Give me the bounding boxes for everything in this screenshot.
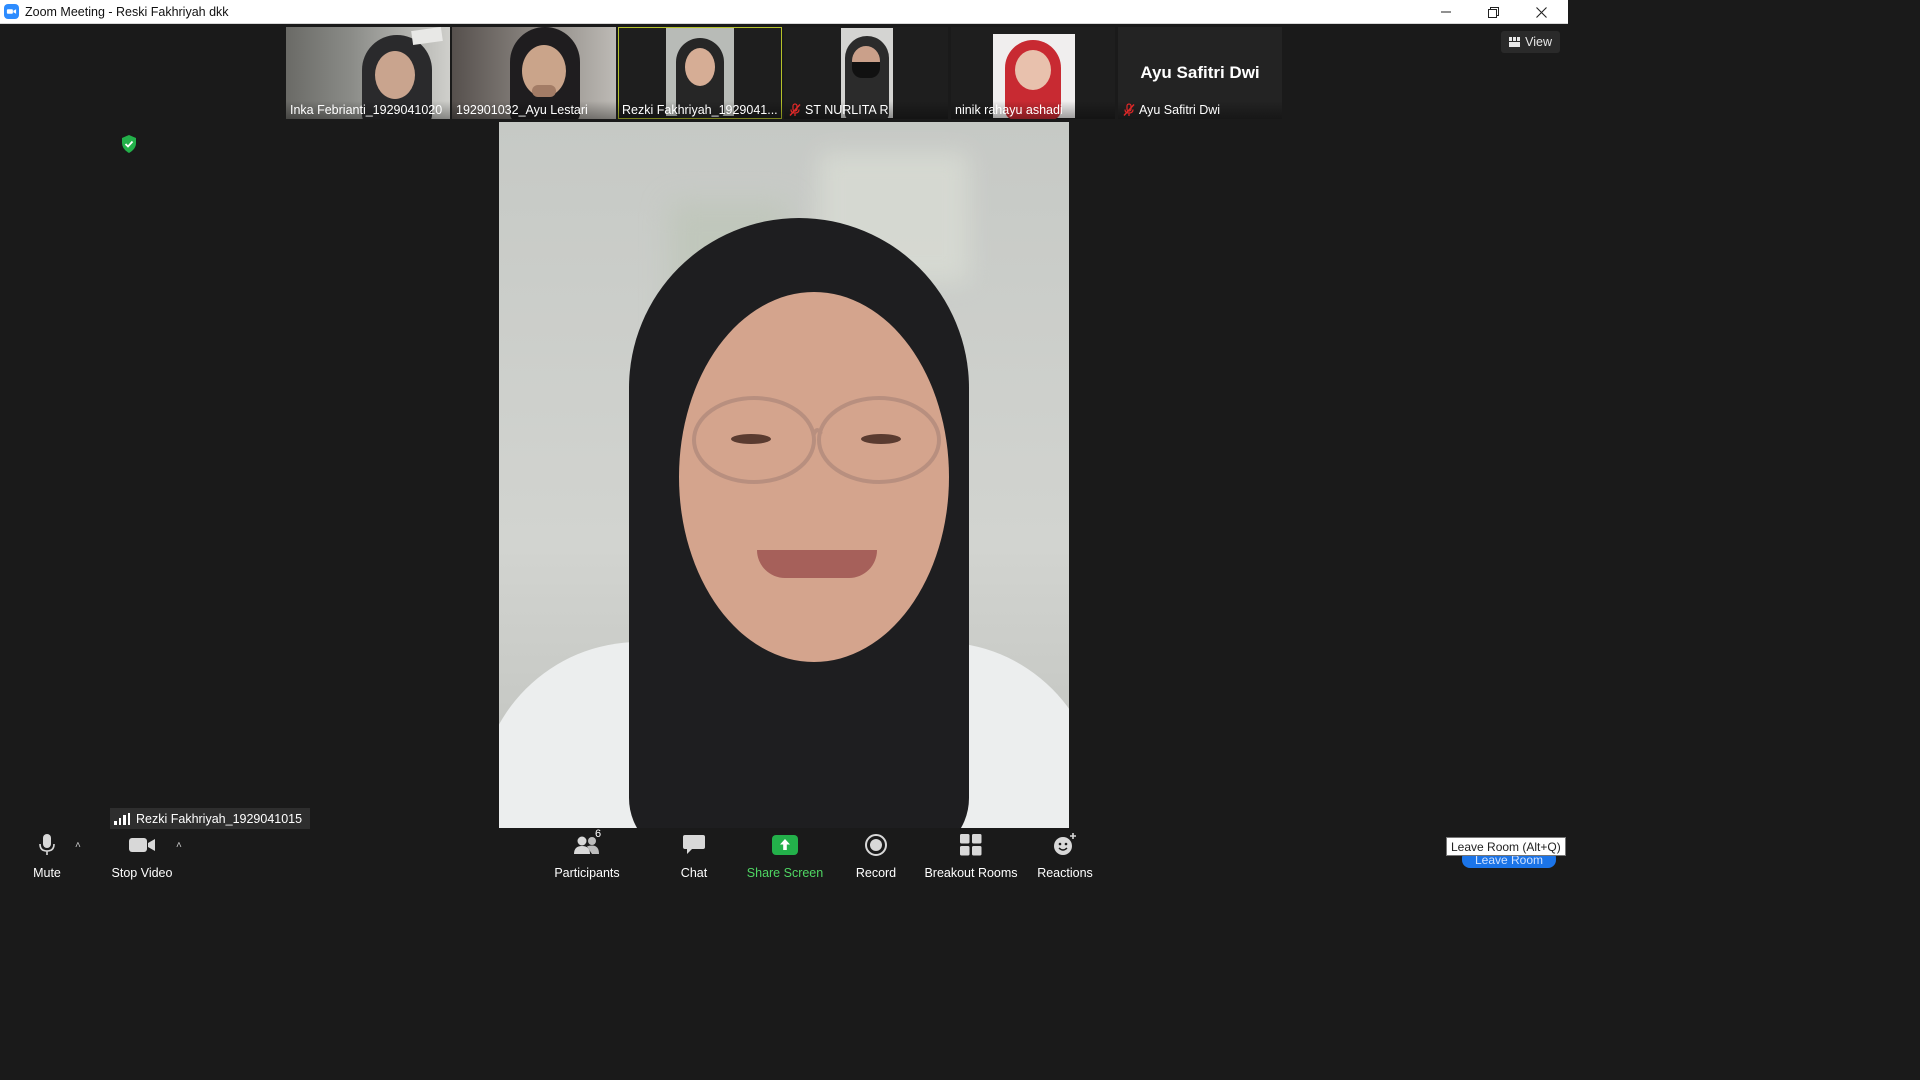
view-button[interactable]: View <box>1501 31 1560 53</box>
participant-thumbnail[interactable]: Ayu Safitri Dwi Ayu Safitri Dwi <box>1118 27 1282 119</box>
grid-view-icon <box>1509 37 1521 47</box>
smiley-add-icon <box>1054 833 1076 855</box>
tooltip-text: Leave Room (Alt+Q) <box>1451 839 1561 854</box>
participant-thumbnail[interactable]: Inka Febrianti_1929041020 <box>286 27 450 119</box>
participant-thumbnail[interactable]: 192901032_Ayu Lestari <box>452 27 616 119</box>
chat-label: Chat <box>680 866 708 880</box>
share-screen-icon <box>772 835 798 855</box>
stop-video-label: Stop Video <box>111 866 173 880</box>
muted-mic-icon <box>789 103 801 116</box>
participant-name: Rezki Fakhriyah_1929041... <box>622 103 778 117</box>
speaker-name: Rezki Fakhriyah_1929041015 <box>136 811 303 826</box>
participant-name: Ayu Safitri Dwi <box>1139 103 1221 117</box>
breakout-rooms-label: Breakout Rooms <box>924 866 1018 880</box>
restore-button[interactable] <box>1470 0 1516 24</box>
participant-thumbnail[interactable]: ST NURLITA R <box>784 27 948 119</box>
minimize-button[interactable] <box>1423 0 1469 24</box>
close-icon <box>1535 6 1547 18</box>
record-icon <box>865 834 887 856</box>
meeting-stage: Inka Febrianti_1929041020 192901032_Ayu … <box>0 24 1568 830</box>
restore-icon <box>1487 6 1499 18</box>
participant-name: 192901032_Ayu Lestari <box>456 103 588 117</box>
muted-mic-icon <box>1123 103 1135 116</box>
record-label: Record <box>855 866 897 880</box>
participant-name: ninik rahayu ashadi <box>955 103 1063 117</box>
mute-label: Mute <box>33 866 61 880</box>
participant-thumbnail[interactable]: ninik rahayu ashadi <box>951 27 1115 119</box>
participant-name: Inka Febrianti_1929041020 <box>290 103 443 117</box>
leave-room-tooltip: Leave Room (Alt+Q) <box>1446 837 1566 856</box>
minimize-icon <box>1441 11 1451 13</box>
participant-thumbnail-active[interactable]: Rezki Fakhriyah_1929041... <box>618 27 782 119</box>
mute-button[interactable]: Mute <box>28 832 66 880</box>
breakout-rooms-icon <box>960 834 982 856</box>
participants-label: Participants <box>554 866 620 880</box>
stop-video-button[interactable]: Stop Video <box>110 832 174 880</box>
participant-display-name: Ayu Safitri Dwi <box>1140 63 1260 82</box>
meeting-toolbar: Mute ˄ Stop Video ˄ 6 Participants Chat … <box>0 828 1568 882</box>
glasses <box>692 396 941 484</box>
title-bar: Zoom Meeting - Reski Fakhriyah dkk <box>0 0 1568 24</box>
video-camera-icon <box>129 838 155 852</box>
audio-options-caret-icon[interactable]: ˄ <box>75 840 81 851</box>
breakout-rooms-button[interactable]: Breakout Rooms <box>924 832 1018 880</box>
participants-button[interactable]: 6 Participants <box>552 828 622 880</box>
share-screen-label: Share Screen <box>746 866 824 880</box>
chat-button[interactable]: Chat <box>676 832 712 880</box>
participants-count: 6 <box>595 828 602 840</box>
active-speaker-video <box>499 122 1069 828</box>
microphone-icon <box>39 834 55 855</box>
video-options-caret-icon[interactable]: ˄ <box>176 840 182 851</box>
view-button-label: View <box>1525 35 1552 49</box>
reactions-button[interactable]: Reactions <box>1036 832 1094 880</box>
speaker-name-tag: Rezki Fakhriyah_1929041015 <box>110 808 311 829</box>
record-button[interactable]: Record <box>854 832 898 880</box>
zoom-app-icon <box>4 4 19 19</box>
window-title: Zoom Meeting - Reski Fakhriyah dkk <box>25 4 229 19</box>
close-button[interactable] <box>1518 0 1564 24</box>
share-screen-button[interactable]: Share Screen <box>746 832 824 880</box>
participant-name: ST NURLITA R <box>805 103 889 117</box>
chat-bubble-icon <box>683 835 705 854</box>
reactions-label: Reactions <box>1037 866 1093 880</box>
encryption-shield-icon[interactable] <box>120 134 138 154</box>
signal-strength-icon <box>114 812 130 825</box>
